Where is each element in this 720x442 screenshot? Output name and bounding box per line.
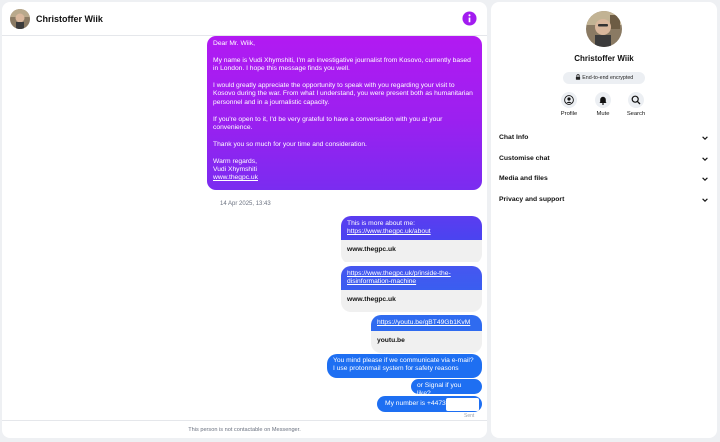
search-button[interactable]: Search xyxy=(621,92,651,117)
message-link[interactable]: https://www.thegpc.uk/about xyxy=(347,228,431,235)
message-paragraph: If you're open to it, I'd be very gratef… xyxy=(213,115,443,132)
composer-notice: This person is not contactable on Messen… xyxy=(2,420,487,438)
chevron-down-icon xyxy=(702,177,708,181)
section-label: Privacy and support xyxy=(499,196,565,203)
profile-icon xyxy=(564,95,574,105)
message-signoff: Warm regards, xyxy=(213,157,257,165)
message-intro[interactable]: Dear Mr. Wiik, My name is Vudi Xhymshiti… xyxy=(207,36,482,190)
encryption-label: End-to-end encrypted xyxy=(582,75,634,81)
bell-icon xyxy=(599,96,607,105)
chevron-down-icon xyxy=(702,136,708,140)
section-label: Chat Info xyxy=(499,134,529,141)
contact-avatar[interactable] xyxy=(10,8,30,29)
message-paragraph: Thank you so much for your time and cons… xyxy=(213,140,367,148)
section-customise-chat[interactable]: Customise chat xyxy=(499,152,709,166)
search-button-label: Search xyxy=(626,111,646,117)
profile-button-label: Profile xyxy=(560,111,578,117)
link-preview-article[interactable]: https://www.thegpc.uk/p/inside-the-disin… xyxy=(341,266,482,312)
message-signature: Vudi Xhymshiti xyxy=(213,166,257,174)
mute-button[interactable]: Mute xyxy=(588,92,618,117)
encryption-badge: End-to-end encrypted xyxy=(563,72,645,84)
message-link[interactable]: www.thegpc.uk xyxy=(213,174,258,181)
profile-name: Christoffer Wiik xyxy=(574,54,634,63)
message-link[interactable]: https://www.thegpc.uk/p/inside-the-disin… xyxy=(347,270,451,285)
profile-avatar[interactable] xyxy=(586,11,622,47)
link-preview-domain[interactable]: www.thegpc.uk xyxy=(341,290,482,312)
message-paragraph: My name is Vudi Xhymshiti, I'm an invest… xyxy=(213,56,471,73)
contact-name[interactable]: Christoffer Wiik xyxy=(36,14,103,24)
section-label: Media and files xyxy=(499,175,548,182)
link-preview-domain[interactable]: www.thegpc.uk xyxy=(341,240,482,262)
lock-icon xyxy=(575,74,580,80)
message-status: Sent xyxy=(464,413,475,419)
link-preview-about[interactable]: This is more about me: https://www.thegp… xyxy=(341,216,482,264)
search-icon xyxy=(631,95,641,105)
mute-button-label: Mute xyxy=(596,111,610,117)
message-timestamp: 14 Apr 2025, 13:43 xyxy=(220,201,271,207)
profile-button[interactable]: Profile xyxy=(554,92,584,117)
link-preview-youtube[interactable]: https://youtu.be/gBT49Gb1KvM youtu.be xyxy=(371,315,482,353)
redaction-box xyxy=(446,398,479,411)
section-label: Customise chat xyxy=(499,155,550,162)
section-privacy-and-support[interactable]: Privacy and support xyxy=(499,193,709,207)
chat-window: Christoffer Wiik Dear Mr. Wiik, My name … xyxy=(2,2,487,438)
section-media-and-files[interactable]: Media and files xyxy=(499,172,709,186)
message-text: This is more about me: xyxy=(347,220,416,227)
message-greeting: Dear Mr. Wiik, xyxy=(213,40,255,47)
chat-details-panel: Christoffer Wiik End-to-end encrypted Pr… xyxy=(491,2,717,438)
message-paragraph: I would greatly appreciate the opportuni… xyxy=(213,82,473,106)
chevron-down-icon xyxy=(702,198,708,202)
message-link[interactable]: https://youtu.be/gBT49Gb1KvM xyxy=(377,319,470,326)
link-preview-domain[interactable]: youtu.be xyxy=(371,331,482,353)
chevron-down-icon xyxy=(702,157,708,161)
info-icon[interactable] xyxy=(462,11,477,26)
chat-header: Christoffer Wiik xyxy=(2,2,487,36)
message-signal[interactable]: or Signal if you like? xyxy=(411,379,482,397)
message-email-request[interactable]: You mind please if we communicate via e-… xyxy=(327,354,482,378)
section-chat-info[interactable]: Chat Info xyxy=(499,131,709,145)
